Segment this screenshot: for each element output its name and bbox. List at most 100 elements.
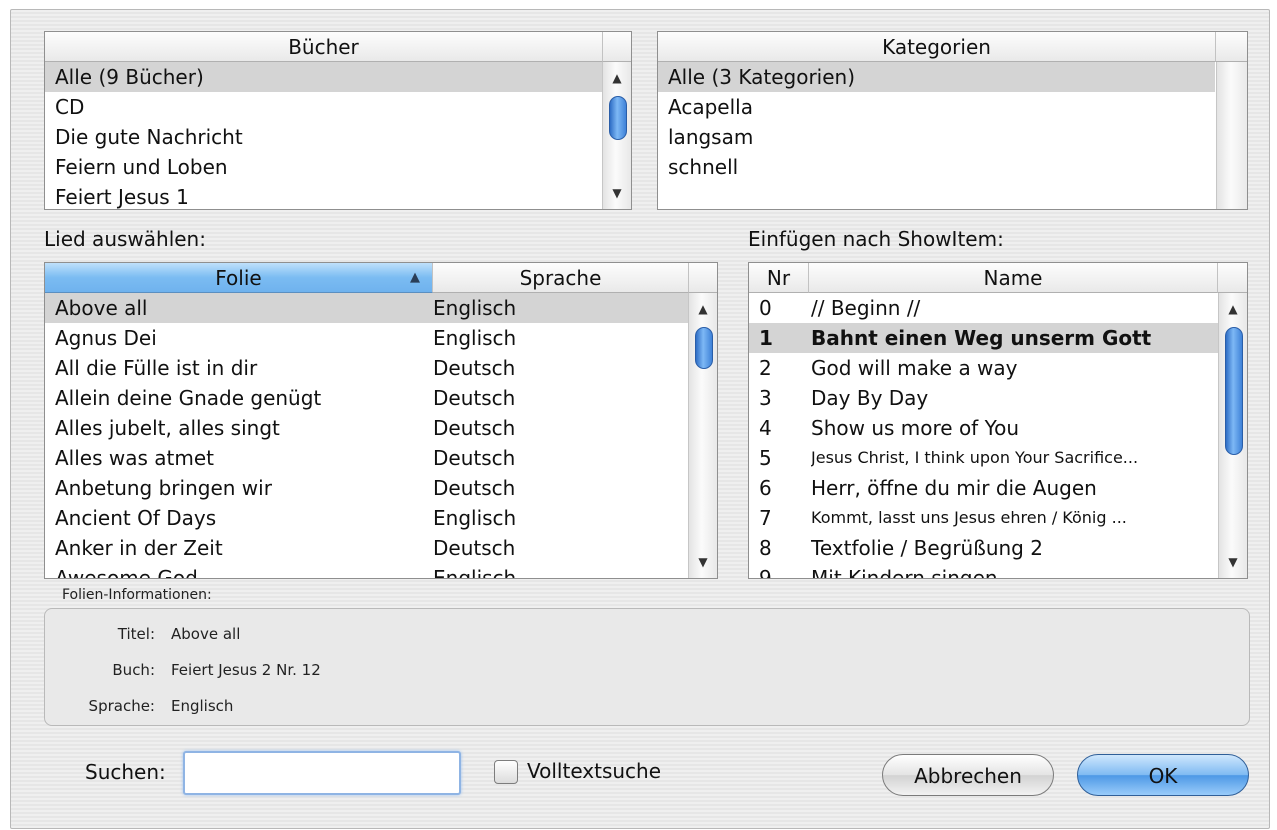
book-list-item[interactable]: Feiern und Loben <box>45 152 602 182</box>
song-row[interactable]: Anbetung bringen wir Deutsch <box>45 473 688 503</box>
show-item-row[interactable]: 7 Kommt, lasst uns Jesus ehren / König ..… <box>749 503 1218 533</box>
show-item-name: Kommt, lasst uns Jesus ehren / König ... <box>811 508 1127 527</box>
ok-button[interactable]: OK <box>1077 754 1249 796</box>
show-item-name: // Beginn // <box>811 296 921 320</box>
fulltext-label[interactable]: Volltextsuche <box>527 759 661 783</box>
song-row[interactable]: Alles was atmet Deutsch <box>45 443 688 473</box>
info-value: Englisch <box>171 697 234 715</box>
scroll-down-arrow-icon[interactable]: ▼ <box>1219 552 1247 572</box>
books-scrollbar[interactable]: ▲ ▼ <box>602 62 631 209</box>
search-input[interactable] <box>183 751 461 795</box>
show-item-row[interactable]: 4 Show us more of You <box>749 413 1218 443</box>
show-items-scrollbar[interactable]: ▲ ▼ <box>1218 293 1247 578</box>
song-row[interactable]: Alles jubelt, alles singt Deutsch <box>45 413 688 443</box>
category-list-item[interactable]: Acapella <box>658 92 1215 122</box>
song-list-table[interactable]: Folie ▲ Sprache Above all Englisch Agnus D… <box>44 262 718 579</box>
category-list-item[interactable]: Alle (3 Kategorien) <box>658 62 1215 92</box>
book-list-item[interactable]: CD <box>45 92 602 122</box>
show-item-number: 0 <box>759 296 772 320</box>
scroll-down-arrow-icon[interactable]: ▼ <box>603 183 631 203</box>
song-language: Deutsch <box>433 536 516 560</box>
song-language: Englisch <box>433 566 517 579</box>
scroll-up-arrow-icon[interactable]: ▲ <box>689 299 717 319</box>
show-item-row[interactable]: 9 Mit Kindern singen <box>749 563 1218 578</box>
books-list[interactable]: Bücher Alle (9 Bücher) CD Die gute Nachric… <box>44 31 632 210</box>
song-row[interactable]: Above all Englisch <box>45 293 688 323</box>
sort-ascending-icon: ▲ <box>410 270 420 285</box>
show-header-corner <box>1218 263 1247 293</box>
column-header-sprache[interactable]: Sprache <box>433 263 689 293</box>
song-list-label: Lied auswählen: <box>44 227 206 251</box>
scroll-up-arrow-icon[interactable]: ▲ <box>1219 299 1247 319</box>
categories-list[interactable]: Kategorien Alle (3 Kategorien) Acapella la… <box>657 31 1248 210</box>
search-label: Suchen: <box>85 760 166 784</box>
song-title: All die Fülle ist in dir <box>55 356 258 380</box>
song-row[interactable]: Awesome God Englisch <box>45 563 688 579</box>
scroll-down-arrow-icon[interactable]: ▼ <box>689 552 717 572</box>
category-list-item[interactable]: langsam <box>658 122 1215 152</box>
song-row[interactable]: Ancient Of Days Englisch <box>45 503 688 533</box>
categories-scrollbar[interactable] <box>1216 62 1247 209</box>
show-item-name: Bahnt einen Weg unserm Gott <box>811 326 1152 350</box>
show-item-number: 8 <box>759 536 772 560</box>
song-scroll-thumb[interactable] <box>695 327 713 369</box>
info-panel: Titel: Above all Buch: Feiert Jesus 2 Nr… <box>44 608 1250 726</box>
show-item-row[interactable]: 6 Herr, öffne du mir die Augen <box>749 473 1218 503</box>
show-item-number: 1 <box>759 326 773 350</box>
show-item-name: Herr, öffne du mir die Augen <box>811 476 1097 500</box>
song-language: Englisch <box>433 296 517 320</box>
show-item-row[interactable]: 2 God will make a way <box>749 353 1218 383</box>
info-section-title: Folien-Informationen: <box>62 587 212 603</box>
song-row[interactable]: Agnus Dei Englisch <box>45 323 688 353</box>
books-column-header[interactable]: Bücher <box>45 32 603 62</box>
books-header-corner <box>603 32 631 62</box>
book-name: Alle (9 Bücher) <box>55 65 204 89</box>
show-item-row[interactable]: 5 Jesus Christ, I think upon Your Sacrifi… <box>749 443 1218 473</box>
show-item-name: God will make a way <box>811 356 1018 380</box>
song-title: Alles was atmet <box>55 446 214 470</box>
category-name: Acapella <box>668 95 753 119</box>
scroll-up-arrow-icon[interactable]: ▲ <box>603 68 631 88</box>
song-row[interactable]: Anker in der Zeit Deutsch <box>45 533 688 563</box>
fulltext-checkbox[interactable] <box>494 760 518 784</box>
book-list-item[interactable]: Feiert Jesus 1 <box>45 182 602 209</box>
column-header-folie-label: Folie <box>215 266 262 290</box>
song-title: Agnus Dei <box>55 326 157 350</box>
column-header-nr[interactable]: Nr <box>749 263 809 293</box>
song-title: Above all <box>55 296 148 320</box>
show-item-name: Textfolie / Begrüßung 2 <box>811 536 1043 560</box>
column-header-folie[interactable]: Folie ▲ <box>45 263 433 293</box>
show-item-row[interactable]: 0 // Beginn // <box>749 293 1218 323</box>
categories-column-header[interactable]: Kategorien <box>658 32 1216 62</box>
song-list-scrollbar[interactable]: ▲ ▼ <box>688 293 717 578</box>
song-language: Deutsch <box>433 446 516 470</box>
column-header-name[interactable]: Name <box>809 263 1218 293</box>
show-item-row[interactable]: 3 Day By Day <box>749 383 1218 413</box>
info-value: Feiert Jesus 2 Nr. 12 <box>171 661 321 679</box>
info-key: Sprache: <box>88 697 155 715</box>
song-title: Anker in der Zeit <box>55 536 223 560</box>
category-name: langsam <box>668 125 754 149</box>
book-list-item[interactable]: Alle (9 Bücher) <box>45 62 602 92</box>
info-value: Above all <box>171 625 241 643</box>
show-item-number: 6 <box>759 476 772 500</box>
show-item-name: Jesus Christ, I think upon Your Sacrific… <box>811 448 1139 467</box>
cancel-button[interactable]: Abbrechen <box>882 754 1054 796</box>
show-item-number: 2 <box>759 356 772 380</box>
book-list-item[interactable]: Die gute Nachricht <box>45 122 602 152</box>
show-item-row[interactable]: 1 Bahnt einen Weg unserm Gott <box>749 323 1218 353</box>
song-language: Deutsch <box>433 386 516 410</box>
category-list-item[interactable]: schnell <box>658 152 1215 182</box>
book-name: Feiern und Loben <box>55 155 228 179</box>
category-name: schnell <box>668 155 739 179</box>
song-row[interactable]: All die Fülle ist in dir Deutsch <box>45 353 688 383</box>
info-key: Titel: <box>117 625 155 643</box>
books-scroll-thumb[interactable] <box>609 96 627 140</box>
song-row[interactable]: Allein deine Gnade genügt Deutsch <box>45 383 688 413</box>
show-items-label: Einfügen nach ShowItem: <box>748 227 1004 251</box>
show-item-row[interactable]: 8 Textfolie / Begrüßung 2 <box>749 533 1218 563</box>
show-items-table[interactable]: Nr Name 0 // Beginn // 1 Bahnt einen Weg un… <box>748 262 1248 579</box>
show-item-number: 3 <box>759 386 772 410</box>
show-scroll-thumb[interactable] <box>1225 327 1243 455</box>
book-name: CD <box>55 95 85 119</box>
